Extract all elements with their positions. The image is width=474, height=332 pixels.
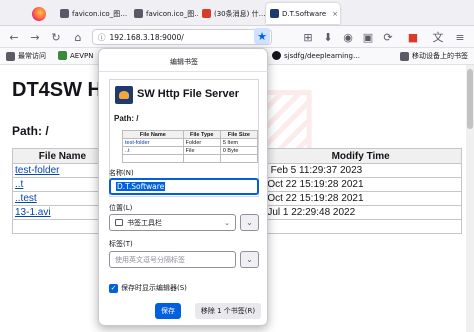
tags-label: 标签(T) bbox=[109, 240, 133, 248]
bookmark-label: 最常访问 bbox=[18, 52, 46, 60]
favicon-icon bbox=[134, 9, 143, 18]
firefox-logo-icon[interactable] bbox=[32, 7, 46, 21]
checkmark-icon: ✓ bbox=[109, 283, 118, 293]
folder-icon bbox=[400, 51, 409, 61]
preview-row: test-folder Folder 5 Item bbox=[122, 138, 258, 147]
checkbox-label: 保存时显示编辑器(S) bbox=[121, 284, 187, 292]
file-link[interactable]: 13-1.avi bbox=[15, 207, 51, 218]
sync-icon[interactable]: ⟳ bbox=[380, 29, 396, 45]
name-label: 名称(N) bbox=[109, 169, 134, 177]
preview-cell: 0 Byte bbox=[219, 146, 258, 155]
preview-cell: 5 Item bbox=[219, 138, 258, 147]
preview-path: Path: / bbox=[114, 114, 139, 123]
page-title: DT4SW Ht bbox=[12, 79, 109, 101]
close-tab-icon[interactable]: × bbox=[332, 10, 338, 18]
home-button[interactable]: ⌂ bbox=[70, 29, 86, 45]
location-value: 书签工具栏 bbox=[127, 218, 162, 227]
navigation-bar: ← → ↻ ⌂ ⓘ 192.168.3.18:9000/ ⊞ ⬇ ◉ ▣ ⟳ ■… bbox=[0, 26, 474, 48]
column-header: Modify Time bbox=[259, 148, 462, 164]
page-info-icon[interactable]: ⓘ bbox=[98, 32, 106, 43]
tab-label: D.T.Software bbox=[282, 9, 327, 18]
downloads-icon[interactable]: ⬇ bbox=[320, 29, 336, 45]
preview-table: File Name File Type File Size test-folde… bbox=[122, 130, 258, 163]
reload-button[interactable]: ↻ bbox=[48, 29, 64, 45]
preview-cell: File bbox=[182, 146, 221, 155]
file-link[interactable]: test-folder bbox=[15, 165, 59, 176]
modify-time: i Oct 22 15:19:28 2021 bbox=[259, 177, 462, 192]
preview-link: test-folder bbox=[125, 139, 150, 146]
tab-1[interactable]: favicon.ico_图… bbox=[56, 3, 130, 24]
bookmark-label: AEVPN bbox=[70, 51, 94, 60]
preview-row: ..t File 0 Byte bbox=[122, 146, 258, 155]
address-bar[interactable]: ⓘ 192.168.3.18:9000/ bbox=[92, 29, 272, 45]
bookmark-label: 移动设备上的书签 bbox=[412, 52, 468, 60]
menu-icon[interactable]: ≡ bbox=[452, 29, 468, 45]
path-label: Path: / bbox=[12, 124, 49, 138]
account-icon[interactable]: ◉ bbox=[340, 29, 356, 45]
preview-header: File Size bbox=[219, 130, 258, 139]
preview-link: ..t bbox=[125, 147, 130, 154]
modify-time: i Oct 22 15:19:28 2021 bbox=[259, 191, 462, 206]
tab-label: favicon.ico_图… bbox=[146, 9, 198, 18]
preview-header: File Name bbox=[122, 130, 184, 139]
tab-active[interactable]: D.T.Software × bbox=[266, 3, 340, 24]
expand-tags-button[interactable]: ⌄ bbox=[240, 251, 259, 268]
bookmark-label: sjsdfg/deeplearning… bbox=[284, 51, 361, 60]
file-link[interactable]: ..test bbox=[15, 193, 37, 204]
addon-icon[interactable]: ■ bbox=[405, 29, 421, 45]
preview-cell bbox=[122, 154, 184, 163]
edit-bookmark-dialog: 编辑书签 SW Http File Server Path: / File Na… bbox=[98, 48, 269, 326]
tab-3[interactable]: (30条消息) 什… bbox=[198, 3, 266, 24]
save-button[interactable]: 保存 bbox=[155, 303, 181, 319]
bookmark-name-input[interactable]: D.T.Software bbox=[109, 178, 259, 195]
preview-cell bbox=[219, 154, 258, 163]
favicon-icon bbox=[60, 9, 69, 18]
bookmark-item[interactable]: 移动设备上的书签 bbox=[400, 51, 468, 61]
tab-label: favicon.ico_图… bbox=[72, 9, 128, 18]
bookmark-item[interactable]: AEVPN bbox=[58, 51, 93, 60]
tags-input[interactable]: 使用英文逗号分隔标签 bbox=[109, 251, 236, 268]
tab-label: (30条消息) 什… bbox=[214, 9, 266, 18]
preview-row bbox=[122, 154, 258, 163]
name-value: D.T.Software bbox=[116, 182, 166, 191]
dialog-title: 编辑书签 bbox=[170, 58, 198, 66]
url-text: 192.168.3.18:9000/ bbox=[109, 32, 184, 42]
preview-cell: Folder bbox=[182, 138, 221, 147]
bookmark-star-icon[interactable]: ★ bbox=[254, 28, 270, 44]
expand-folders-button[interactable]: ⌄ bbox=[240, 214, 259, 231]
scrollbar-thumb[interactable] bbox=[467, 69, 473, 129]
screenshot-icon[interactable]: ▣ bbox=[360, 29, 376, 45]
file-link[interactable]: ..t bbox=[15, 179, 23, 190]
tab-2[interactable]: favicon.ico_图… bbox=[130, 3, 198, 24]
translate-icon[interactable]: 文 bbox=[430, 29, 446, 45]
bookmark-item[interactable]: sjsdfg/deeplearning… bbox=[272, 51, 360, 60]
chevron-down-icon: ⌄ bbox=[224, 218, 230, 227]
modify-time bbox=[259, 219, 462, 234]
site-logo-icon bbox=[115, 86, 133, 104]
location-select[interactable]: 书签工具栏 ⌄ bbox=[109, 214, 236, 231]
tab-bar: favicon.ico_图… favicon.ico_图… (30条消息) 什…… bbox=[0, 0, 474, 26]
tags-placeholder: 使用英文逗号分隔标签 bbox=[115, 255, 185, 264]
bookmark-folder-icon bbox=[115, 219, 123, 226]
github-icon bbox=[272, 51, 281, 60]
csdn-icon bbox=[202, 9, 211, 18]
modify-time: n Feb 5 11:29:37 2023 bbox=[259, 163, 462, 178]
show-editor-checkbox[interactable]: ✓ 保存时显示编辑器(S) bbox=[109, 283, 187, 293]
preview-cell bbox=[182, 154, 221, 163]
preview-header: File Type bbox=[182, 130, 221, 139]
favicon-icon bbox=[270, 9, 279, 18]
back-button[interactable]: ← bbox=[6, 29, 22, 45]
extensions-icon[interactable]: ⊞ bbox=[300, 29, 316, 45]
bookmark-item[interactable]: 最常访问 bbox=[6, 51, 46, 61]
modify-time: i Jul 1 22:29:48 2022 bbox=[259, 205, 462, 220]
gear-icon bbox=[6, 51, 15, 61]
remove-bookmark-button[interactable]: 移除 1 个书签(R) bbox=[195, 303, 261, 319]
divider bbox=[99, 71, 269, 72]
forward-button[interactable]: → bbox=[27, 29, 43, 45]
location-label: 位置(L) bbox=[109, 204, 133, 212]
scrollbar[interactable] bbox=[466, 65, 474, 332]
globe-icon bbox=[58, 51, 67, 60]
preview-title: SW Http File Server bbox=[137, 88, 240, 100]
